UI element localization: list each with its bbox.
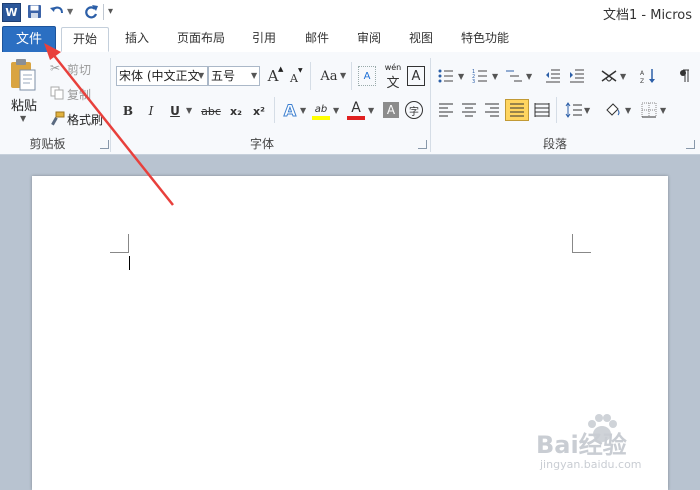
annotation-arrow-icon bbox=[44, 43, 174, 206]
